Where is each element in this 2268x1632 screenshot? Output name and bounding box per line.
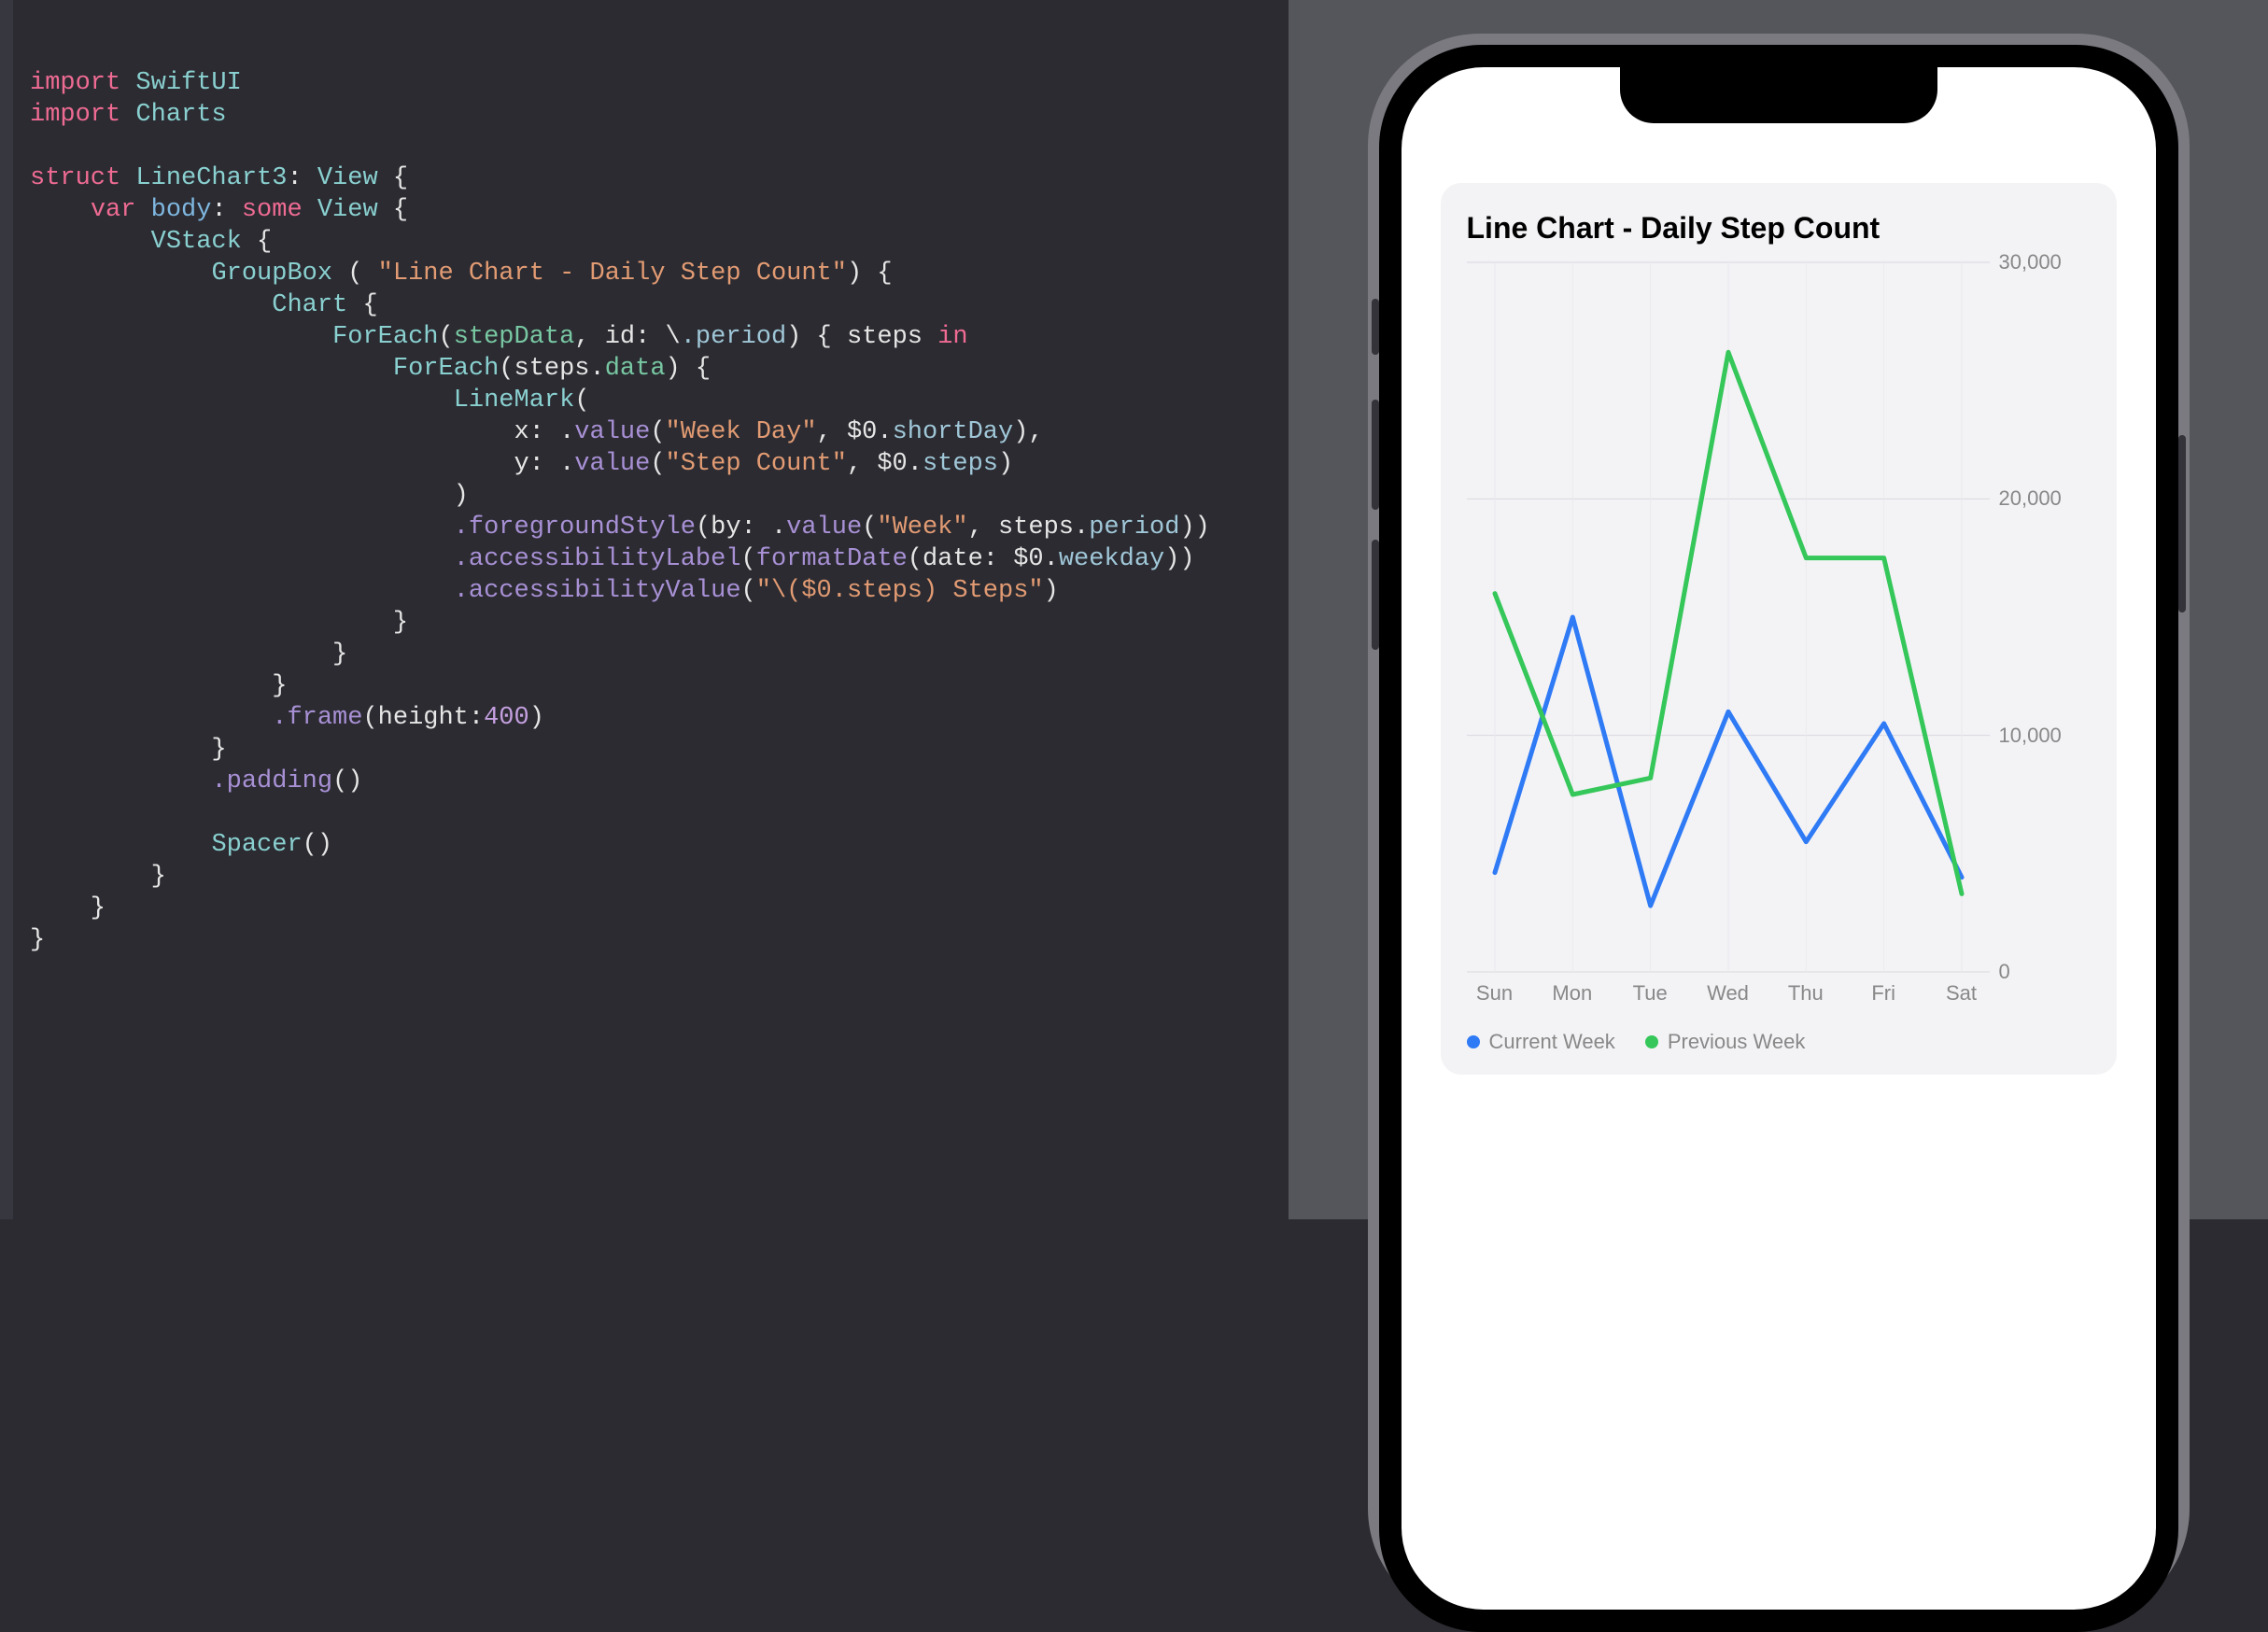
phone-screen: Line Chart - Daily Step Count 0 10,000 20,… — [1402, 67, 2156, 1610]
phone-volume-down — [1372, 540, 1379, 650]
swift-source-code[interactable]: import SwiftUI import Charts struct Line… — [30, 67, 1210, 956]
groupbox-card: Line Chart - Daily Step Count 0 10,000 20,… — [1441, 183, 2117, 1075]
phone-silent-switch — [1372, 299, 1379, 355]
x-tick-label: Sun — [1476, 981, 1513, 1006]
legend-label: Previous Week — [1668, 1030, 1806, 1054]
editor-gutter — [0, 0, 13, 1219]
x-tick-label: Sat — [1946, 981, 1977, 1006]
x-tick-label: Mon — [1552, 981, 1592, 1006]
x-tick-label: Tue — [1633, 981, 1668, 1006]
legend-dot-icon — [1645, 1035, 1658, 1048]
legend-item-current-week: Current Week — [1467, 1030, 1615, 1054]
x-axis-labels: Sun Mon Tue Wed Thu Fri Sat — [1467, 981, 1990, 1019]
y-tick-label: 20,000 — [1999, 486, 2062, 511]
y-tick-label: 10,000 — [1999, 724, 2062, 748]
legend-item-previous-week: Previous Week — [1645, 1030, 1806, 1054]
preview-pane: Line Chart - Daily Step Count 0 10,000 20,… — [1289, 0, 2268, 1219]
x-tick-label: Thu — [1788, 981, 1824, 1006]
legend-dot-icon — [1467, 1035, 1480, 1048]
iphone-frame: Line Chart - Daily Step Count 0 10,000 20,… — [1379, 45, 2178, 1632]
x-tick-label: Fri — [1871, 981, 1895, 1006]
x-tick-label: Wed — [1707, 981, 1749, 1006]
chart-plot-area: 010,00020,00030,000 SunMonTueWedThuFriSa… — [1467, 262, 2091, 972]
chart-title: Line Chart - Daily Step Count — [1467, 211, 2091, 246]
phone-side-button — [2178, 435, 2186, 612]
phone-notch — [1620, 67, 1937, 123]
line-chart-svg — [1467, 262, 1990, 972]
phone-volume-up — [1372, 400, 1379, 510]
y-tick-label: 0 — [1999, 960, 2010, 984]
y-tick-label: 30,000 — [1999, 250, 2062, 274]
chart-legend: Current Week Previous Week — [1467, 1030, 2091, 1054]
code-editor-pane[interactable]: import SwiftUI import Charts struct Line… — [0, 0, 1289, 1219]
legend-label: Current Week — [1489, 1030, 1615, 1054]
